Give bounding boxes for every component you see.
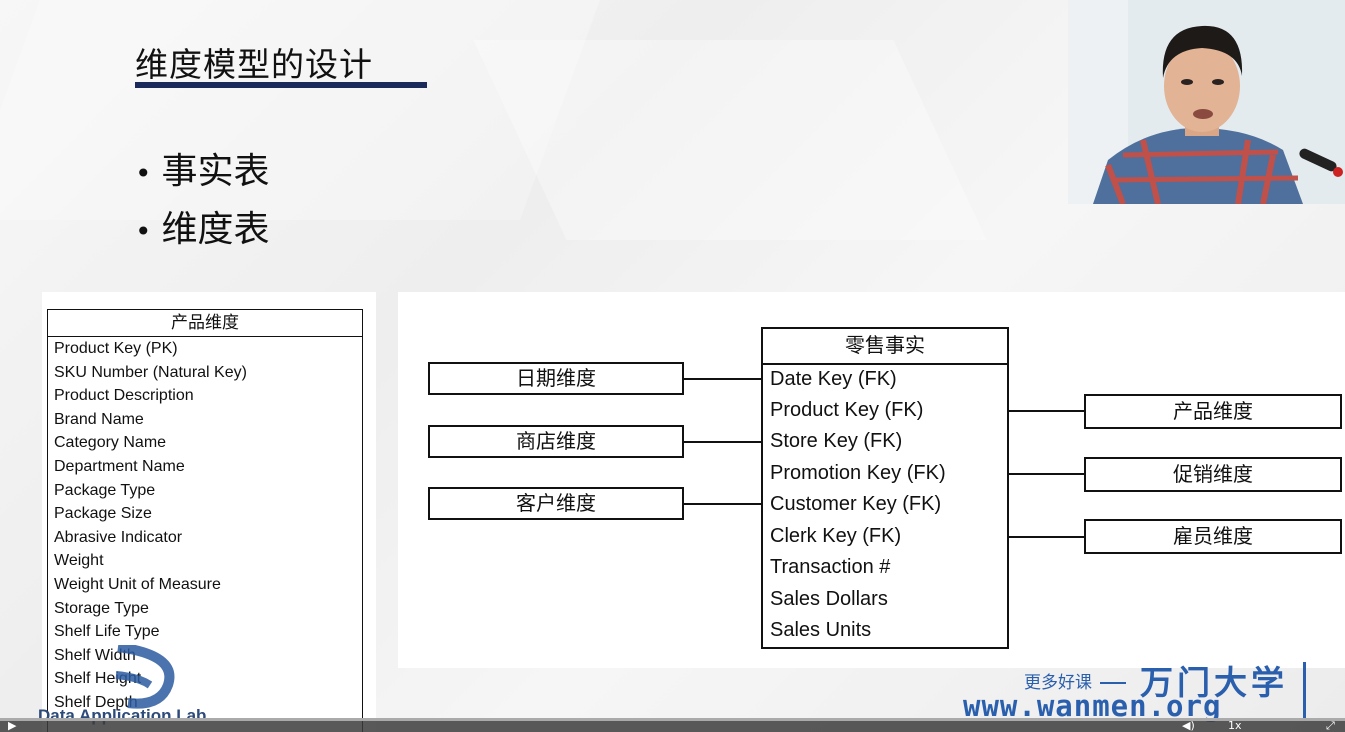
fact-field: Store Key (FK) [770,430,903,452]
attribute-row: Product Key (PK) [54,340,178,357]
fact-field: Product Key (FK) [770,399,924,421]
slide-title: 维度模型的设计 [135,45,373,84]
speed-button[interactable]: 1x [1228,719,1242,732]
attribute-row: Abrasive Indicator [54,529,183,546]
dimension-box-store: 商店维度 [428,425,684,458]
volume-icon[interactable]: ◀) [1182,719,1195,732]
bullet-item: • 事实表 [135,142,270,194]
progress-bar[interactable] [0,718,1345,721]
attribute-row: Package Type [54,482,156,499]
fact-table: 零售事实 Date Key (FK) Product Key (FK) Stor… [761,327,1009,649]
bullet-text: 维度表 [161,209,270,250]
connector-line [684,441,762,443]
brand-divider [1303,662,1306,718]
bullet-dot-icon: • [135,156,152,190]
fact-field: Date Key (FK) [770,368,897,390]
fact-field: Customer Key (FK) [770,493,942,515]
dimension-box-date: 日期维度 [428,362,684,395]
attribute-row: Department Name [54,458,185,475]
background-shape [473,40,987,240]
dimension-box-customer: 客户维度 [428,487,684,520]
connector-line [684,378,762,380]
play-icon[interactable]: ▶ [8,719,16,732]
fact-field: Clerk Key (FK) [770,525,902,547]
dimension-box-product: 产品维度 [1084,394,1342,429]
presenter-video-frame [1068,0,1345,204]
dimension-box-employee: 雇员维度 [1084,519,1342,554]
connector-line [1008,410,1085,412]
attribute-row: Product Description [54,387,194,404]
fact-field: Sales Units [770,619,872,641]
attribute-row: Weight Unit of Measure [54,576,221,593]
dimension-box-promotion: 促销维度 [1084,457,1342,492]
attribute-row: Shelf Life Type [54,623,160,640]
product-dimension-header: 产品维度 [48,310,362,337]
title-underline [135,82,427,88]
fact-field: Promotion Key (FK) [770,462,946,484]
fact-table-header: 零售事实 [763,329,1007,365]
bullet-text: 事实表 [161,151,270,192]
presenter-webcam [1068,0,1345,204]
attribute-row: Storage Type [54,600,149,617]
fact-field: Transaction # [770,556,891,578]
bullet-item: • 维度表 [135,200,270,252]
attribute-row: SKU Number (Natural Key) [54,364,247,381]
promo-dash [1100,682,1126,684]
connector-line [684,503,762,505]
bullet-dot-icon: • [135,214,152,248]
video-control-bar[interactable]: ▶ ◀) 1x ⤢ [0,718,1345,732]
attribute-row: Package Size [54,505,152,522]
attribute-row: Category Name [54,434,167,451]
fact-field: Sales Dollars [770,588,888,610]
attribute-row: Weight [54,552,104,569]
connector-line [1008,473,1085,475]
connector-line [1008,536,1085,538]
attribute-row: Brand Name [54,411,144,428]
fullscreen-icon[interactable]: ⤢ [1326,719,1335,732]
